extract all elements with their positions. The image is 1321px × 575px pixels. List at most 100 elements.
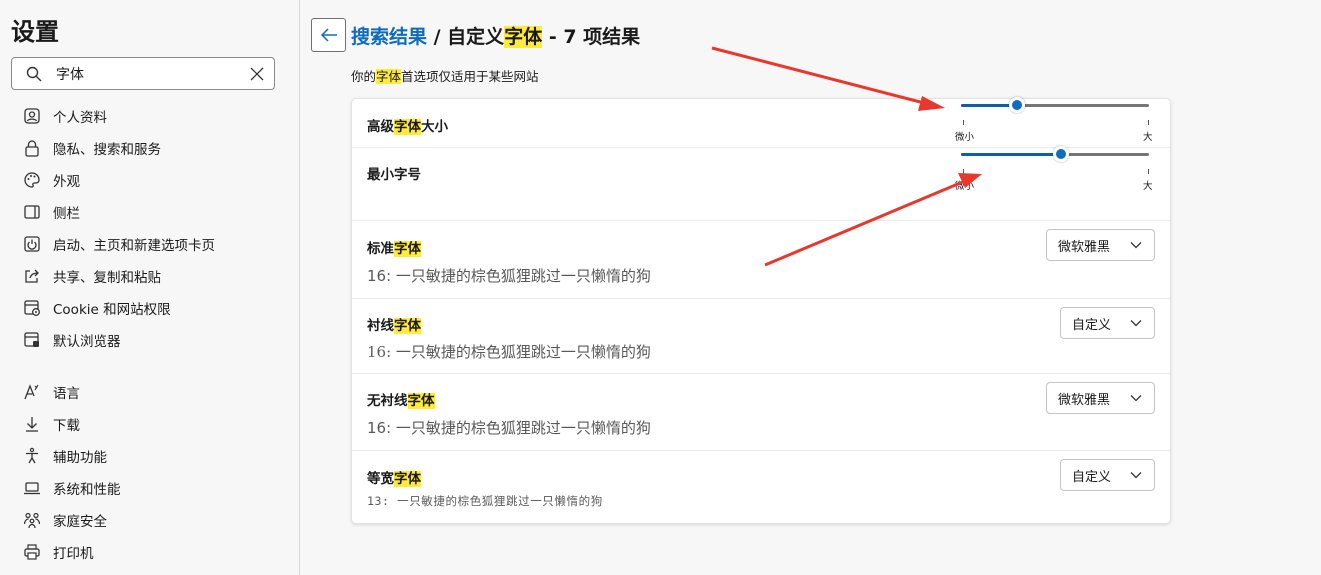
label-highlight: 字体: [394, 471, 421, 487]
slider-tick-min: [963, 120, 964, 125]
label-prefix: 无衬线: [367, 393, 408, 409]
label-prefix: 标准: [367, 241, 394, 257]
setting-row-serif-font: 衬线字体 16: 一只敏捷的棕色狐狸跳过一只懒惰的狗 自定义: [352, 299, 1170, 374]
dropdown-value: 自定义: [1072, 469, 1112, 485]
site-permissions-icon: [24, 300, 40, 316]
font-size-slider[interactable]: [961, 97, 1151, 113]
dropdown-value: 微软雅黑: [1058, 392, 1111, 408]
sidebar-item-accessibility[interactable]: 辅助功能: [0, 440, 300, 472]
slider-tick-max: [1148, 120, 1149, 125]
sans-serif-font-dropdown[interactable]: 微软雅黑: [1046, 382, 1155, 414]
sidebar-item-label: 打印机: [53, 546, 94, 562]
sidebar-item-printers[interactable]: 打印机: [0, 536, 300, 568]
laptop-icon: [24, 482, 40, 495]
label-prefix: 等宽: [367, 471, 394, 487]
sidebar-item-family[interactable]: 家庭安全: [0, 504, 300, 536]
sidebar-item-label: 家庭安全: [53, 514, 107, 530]
sidebar-item-label: 默认浏览器: [53, 334, 121, 350]
subtitle-highlight: 字体: [376, 69, 402, 84]
min-font-size-slider[interactable]: [961, 146, 1151, 162]
sidebar-item-label: 启动、主页和新建选项卡页: [53, 238, 215, 254]
annotation-arrow-top: [711, 46, 929, 106]
dropdown-value: 微软雅黑: [1058, 239, 1111, 255]
sidebar-item-label: 隐私、搜索和服务: [53, 142, 161, 158]
family-icon: [23, 512, 41, 529]
sidebar-item-cookies[interactable]: Cookie 和网站权限: [0, 292, 300, 324]
dropdown-value: 自定义: [1072, 317, 1112, 333]
setting-row-min-font-size: 最小字号 微小 大: [352, 146, 1170, 221]
serif-font-dropdown[interactable]: 自定义: [1060, 307, 1155, 339]
standard-font-dropdown[interactable]: 微软雅黑: [1046, 229, 1155, 261]
chevron-down-icon: [1130, 242, 1142, 249]
sidebar-item-label: 共享、复制和粘贴: [53, 270, 161, 286]
font-settings-card: 高级字体大小 微小 大 最小字号 微小 大 标准字体 16: 一只敏捷的棕色狐狸…: [351, 97, 1171, 524]
sidebar-item-appearance[interactable]: 外观: [0, 164, 300, 196]
chevron-down-icon: [1130, 320, 1142, 327]
share-icon: [25, 269, 39, 283]
label-highlight: 字体: [407, 393, 435, 409]
sidebar-item-label: 下载: [53, 418, 80, 434]
sidebar-item-profile[interactable]: 个人资料: [0, 100, 300, 132]
label-prefix: 高级: [367, 119, 394, 135]
title-highlight: 字体: [504, 26, 543, 48]
search-input[interactable]: [56, 65, 250, 82]
sidebar-item-downloads[interactable]: 下载: [0, 408, 300, 440]
back-button[interactable]: [311, 18, 346, 52]
arrow-left-icon: [320, 28, 337, 42]
setting-label: 标准字体: [367, 237, 421, 257]
accessibility-icon: [26, 447, 38, 464]
search-icon: [26, 66, 42, 81]
setting-row-font-size: 高级字体大小 微小 大: [352, 97, 1170, 148]
label-highlight: 字体: [394, 241, 421, 257]
sidebar-item-privacy[interactable]: 隐私、搜索和服务: [0, 132, 300, 164]
power-icon: [24, 236, 40, 252]
title-separator: / 自定义: [427, 26, 505, 48]
sidebar-item-label: 个人资料: [53, 110, 107, 126]
label-suffix: 大小: [421, 119, 448, 135]
slider-thumb[interactable]: [1009, 97, 1025, 113]
search-box[interactable]: [11, 57, 275, 90]
slider-tick-max: [1148, 169, 1149, 174]
download-icon: [26, 417, 38, 432]
sidebar-title: 设置: [11, 18, 59, 46]
sidebar-item-label: Cookie 和网站权限: [53, 302, 171, 318]
subtitle-suffix: 首选项仅适用于某些网站: [401, 69, 539, 84]
sidebar-item-startup[interactable]: 启动、主页和新建选项卡页: [0, 228, 300, 260]
subtitle-prefix: 你的: [351, 69, 377, 84]
font-sample: 16: 一只敏捷的棕色狐狸跳过一只懒惰的狗: [367, 267, 651, 285]
page-subtitle: 你的字体首选项仅适用于某些网站: [351, 66, 539, 85]
clear-search-icon[interactable]: [250, 67, 264, 81]
slider-thumb[interactable]: [1053, 146, 1069, 162]
browser-icon: [24, 332, 39, 347]
slider-min-label: 微小: [955, 181, 975, 192]
slider-fill: [961, 153, 1061, 156]
slider-max-label: 大: [1143, 181, 1153, 192]
slider-tick-min: [963, 169, 964, 174]
chevron-down-icon: [1130, 472, 1142, 479]
label-prefix: 衬线: [367, 318, 394, 334]
sidebar-item-label: 语言: [53, 386, 80, 402]
palette-icon: [24, 172, 40, 188]
profile-icon: [24, 108, 40, 124]
sidebar-item-share[interactable]: 共享、复制和粘贴: [0, 260, 300, 292]
search-results-link[interactable]: 搜索结果: [351, 26, 427, 48]
setting-label: 高级字体大小: [367, 115, 448, 135]
setting-label: 衬线字体: [367, 314, 421, 334]
setting-row-monospace-font: 等宽字体 13: 一只敏捷的棕色狐狸跳过一只懒惰的狗 自定义: [352, 451, 1170, 523]
printer-icon: [24, 544, 40, 560]
sidebar-item-language[interactable]: 语言: [0, 376, 300, 408]
sidebar-item-sidebar[interactable]: 侧栏: [0, 196, 300, 228]
sidebar-item-default-browser[interactable]: 默认浏览器: [0, 324, 300, 356]
font-sample: 13: 一只敏捷的棕色狐狸跳过一只懒惰的狗: [367, 494, 603, 508]
sidebar-item-system[interactable]: 系统和性能: [0, 472, 300, 504]
slider-min-label: 微小: [955, 132, 975, 143]
slider-max-label: 大: [1143, 132, 1153, 143]
monospace-font-dropdown[interactable]: 自定义: [1060, 459, 1155, 491]
sidebar-item-label: 系统和性能: [53, 482, 121, 498]
setting-label: 最小字号: [367, 167, 421, 183]
setting-row-sans-serif-font: 无衬线字体 16: 一只敏捷的棕色狐狸跳过一只懒惰的狗 微软雅黑: [352, 374, 1170, 451]
setting-label: 等宽字体: [367, 467, 421, 487]
page-title: 搜索结果 / 自定义字体 - 7 项结果: [351, 22, 640, 49]
sidebar-item-label: 外观: [53, 174, 80, 190]
title-result-count: - 7 项结果: [542, 26, 641, 48]
